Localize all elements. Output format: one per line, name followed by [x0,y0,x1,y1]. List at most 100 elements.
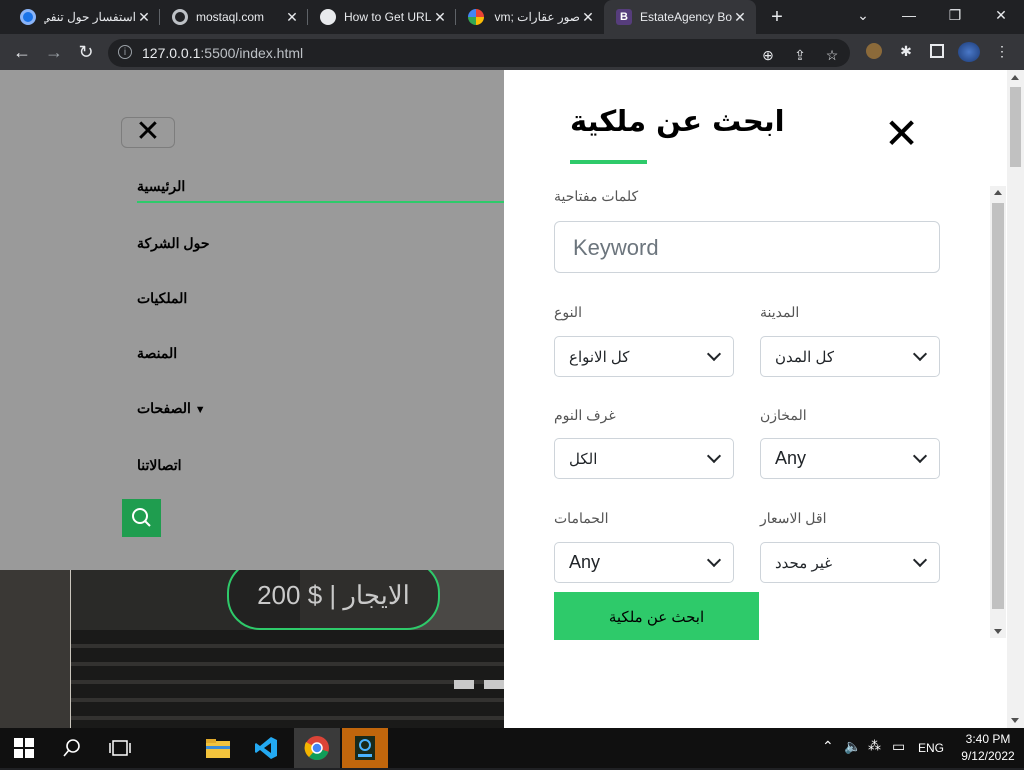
stairs-photo [70,630,504,728]
task-view-icon[interactable] [106,734,134,762]
search-submit-button[interactable]: ابحث عن ملكية [554,592,759,640]
panel-title: ابحث عن ملكية [570,104,785,138]
zoom-icon[interactable]: ⊕ [758,45,778,65]
puzzle-extensions-icon[interactable]: ✱ [896,41,916,61]
bathrooms-select-value: Any [569,552,601,572]
share-icon[interactable]: ⇪ [790,45,810,65]
clock-date[interactable]: 9/12/2022 [956,749,1020,763]
browser-tab-active[interactable]: B EstateAgency Bo ✕ [604,0,756,34]
hero-image: الايجار | $ 200 [0,570,504,728]
profile-avatar[interactable] [958,42,980,62]
page-viewport: ✕ الرئيسية حول الشركة الملكيات المنصة ال… [0,70,1024,728]
minimize-button[interactable]: — [886,0,932,34]
chevron-down-icon [706,346,722,362]
windows-start-icon[interactable] [10,734,38,762]
search-icon[interactable] [58,734,86,762]
bedrooms-label: غرف النوم [554,407,616,423]
tab-close-icon[interactable]: ✕ [284,9,300,26]
nav-item-label: المنصة [137,345,178,361]
tab-close-icon[interactable]: ✕ [580,9,596,26]
nav-item-pages[interactable]: الصفحات ▼ [137,400,504,417]
browser-tab[interactable]: How to Get URL ✕ [308,0,456,34]
url-text: 127.0.0.1:5500/index.html [142,45,304,61]
caret-down-icon: ▼ [194,404,206,416]
nav-menu-overlay: ✕ الرئيسية حول الشركة الملكيات المنصة ال… [0,70,504,570]
keyword-label: كلمات مفتاحية [554,188,639,204]
menu-close-button[interactable]: ✕ [121,117,175,148]
min-price-select[interactable]: غير محدد [760,542,940,583]
browser-tab[interactable]: استفسار حول تنفي ✕ [8,0,160,34]
carousel-dot[interactable] [484,680,504,689]
speaker-muted-icon[interactable]: 🔈 [844,738,861,755]
reload-button[interactable]: ↻ [74,40,98,64]
extension-icon[interactable] [866,43,882,59]
nav-item-label: الملكيات [137,290,188,306]
clock-time[interactable]: 3:40 PM [958,732,1018,746]
wifi-icon[interactable]: ⁂ [868,738,881,754]
carousel-dot[interactable] [454,680,474,689]
close-window-button[interactable]: ✕ [978,0,1024,34]
bedrooms-select[interactable]: الكل [554,438,734,479]
garages-select[interactable]: Any [760,438,940,479]
nav-item-properties[interactable]: الملكيات [137,290,504,307]
side-panel-icon[interactable] [930,44,944,58]
chevron-down-icon [706,552,722,568]
bootstrap-icon: B [616,9,632,25]
page-scroll-thumb[interactable] [1010,87,1021,167]
tray-chevron-up-icon[interactable]: ⌃ [822,738,834,755]
circle-grey-icon [172,9,188,25]
bedrooms-select-value: الكل [569,451,598,468]
address-bar[interactable]: i 127.0.0.1:5500/index.html ⊕ ⇪ ☆ [108,39,850,67]
photo-strip [0,570,71,728]
search-icon [132,508,151,527]
notifications-icon[interactable]: ▭ [892,738,905,755]
language-indicator[interactable]: ENG [918,741,944,755]
city-label: المدينة [760,304,800,320]
site-info-icon[interactable]: i [118,45,132,59]
bathrooms-select[interactable]: Any [554,542,734,583]
nav-search-button[interactable] [122,499,161,537]
scroll-up-icon[interactable] [994,190,1002,195]
google-icon [468,9,484,25]
page-scrollbar[interactable] [1007,70,1024,728]
min-price-select-value: غير محدد [775,555,833,572]
price-badge[interactable]: الايجار | $ 200 [227,570,440,630]
restore-button[interactable]: ❐ [932,0,978,34]
browser-tab[interactable]: mostaql.com ✕ [160,0,308,34]
vscode-icon[interactable] [252,734,280,762]
scroll-up-icon[interactable] [1011,75,1019,80]
nav-item-about[interactable]: حول الشركة [137,235,504,252]
tab-title: EstateAgency Bo [640,10,732,24]
nav-item-label: الصفحات [137,400,191,416]
scroll-down-icon[interactable] [1011,718,1019,723]
keyword-input[interactable]: Keyword [554,221,940,273]
panel-close-icon[interactable]: ✕ [884,113,919,155]
nav-item-home[interactable]: الرئيسية [137,178,504,203]
nav-item-platform[interactable]: المنصة [137,345,504,362]
nav-item-contact[interactable]: اتصالاتنا [137,457,504,474]
new-tab-button[interactable]: + [764,4,790,30]
forward-button[interactable]: → [42,40,66,64]
type-select[interactable]: كل الانواع [554,336,734,377]
back-button[interactable]: ← [10,40,34,64]
bookmark-star-icon[interactable]: ☆ [822,45,842,65]
zoom-app-icon[interactable] [342,728,388,768]
chrome-taskbar-button[interactable] [294,728,340,768]
garages-select-value: Any [775,448,807,468]
browser-tab[interactable]: صور عقارات ;vm ✕ [456,0,604,34]
chevron-down-icon [912,552,928,568]
file-explorer-icon[interactable] [204,734,232,762]
tab-close-icon[interactable]: ✕ [732,9,748,26]
panel-scrollbar[interactable] [990,186,1006,638]
tab-close-icon[interactable]: ✕ [432,9,448,26]
menu-kebab-icon[interactable]: ⋮ [992,41,1012,61]
tab-search-icon[interactable]: ⌄ [840,0,886,34]
panel-scroll-thumb[interactable] [992,203,1004,609]
chrome-icon [304,736,329,761]
city-select[interactable]: كل المدن [760,336,940,377]
browser-toolbar: ← → ↻ i 127.0.0.1:5500/index.html ⊕ ⇪ ☆ … [0,34,1024,70]
circle-blue-icon [20,9,36,25]
nav-item-label: اتصالاتنا [137,457,182,473]
scroll-down-icon[interactable] [994,629,1002,634]
tab-close-icon[interactable]: ✕ [136,9,152,26]
